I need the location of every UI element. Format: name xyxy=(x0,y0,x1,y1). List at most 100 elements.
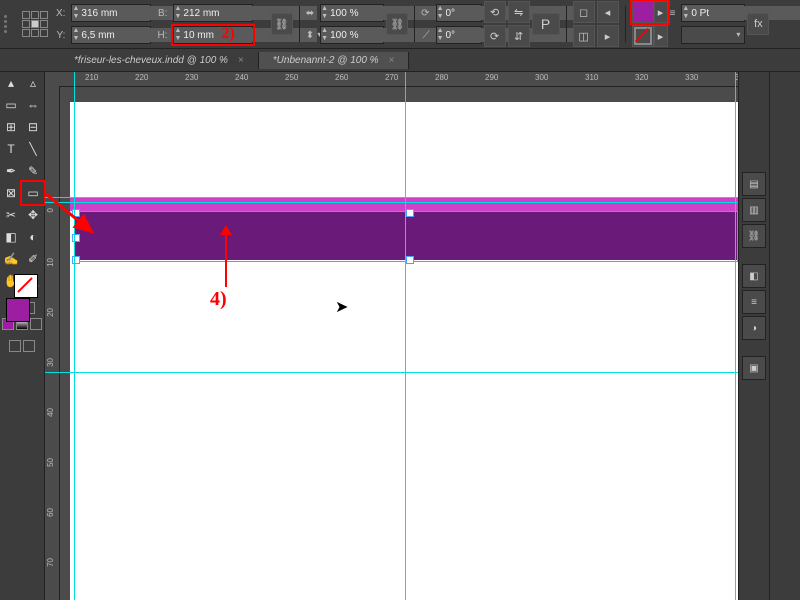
close-icon[interactable]: × xyxy=(238,55,244,66)
fill-swatch[interactable] xyxy=(632,1,654,23)
tab-doc-2[interactable]: *Unbenannt-2 @ 100 %× xyxy=(259,52,410,69)
shear-icon: ⟋ xyxy=(421,30,429,41)
page-object-bar-light[interactable] xyxy=(70,197,738,211)
close-icon[interactable]: × xyxy=(389,55,395,66)
constrain-wh-icon[interactable]: ⛓ xyxy=(271,13,293,35)
h-input[interactable] xyxy=(181,28,317,42)
free-transform-tool[interactable]: ✥ xyxy=(22,204,44,226)
scale-x-icon: ⬌ xyxy=(306,8,314,19)
selection-handle[interactable] xyxy=(406,256,414,264)
annotation-arrow-4 xyxy=(225,227,227,287)
w-label: B: xyxy=(157,8,167,19)
fill-color[interactable] xyxy=(6,298,30,322)
rectangle-tool[interactable]: ▭ xyxy=(22,182,44,204)
rotate-icon: ⟳ xyxy=(421,8,429,19)
up-icon: ▲ xyxy=(72,5,79,13)
stroke-weight: ≡ ▲▼▾ ▾ xyxy=(670,4,746,44)
guide-horizontal[interactable] xyxy=(45,202,738,203)
view-mode-preview[interactable] xyxy=(23,340,35,352)
gap-tool[interactable]: ⇔ xyxy=(22,94,44,116)
w-field[interactable]: ▲▼ xyxy=(173,4,253,22)
guide-vertical[interactable] xyxy=(735,72,736,600)
panel-pages-icon[interactable]: ▤ xyxy=(742,172,766,196)
h-label: H: xyxy=(157,30,167,41)
note-tool[interactable]: ✍ xyxy=(0,248,22,270)
fill-menu-icon[interactable]: ▸ xyxy=(654,1,668,23)
stroke-menu-icon[interactable]: ▸ xyxy=(654,25,668,47)
grip-icon xyxy=(4,15,20,33)
eyedropper-tool[interactable]: ✐ xyxy=(22,248,44,270)
rotate-ccw-icon[interactable]: ⟲ xyxy=(484,1,506,23)
document-tabs: *friseur-les-cheveux.indd @ 100 %× *Unbe… xyxy=(0,49,800,72)
guide-horizontal[interactable] xyxy=(45,372,738,373)
flip-h-icon[interactable]: ⇋ xyxy=(508,1,530,23)
panel-object-styles-icon[interactable]: ▣ xyxy=(742,356,766,380)
panel-stroke-icon[interactable]: ≡ xyxy=(742,290,766,314)
select-prev-icon[interactable]: ◂ xyxy=(597,1,619,23)
canvas[interactable]: 210 220 230 240 250 260 270 280 290 300 … xyxy=(45,72,738,600)
tab-doc-1[interactable]: *friseur-les-cheveux.indd @ 100 %× xyxy=(60,52,259,69)
scale-y-field[interactable]: ▲▼▾ xyxy=(320,26,384,44)
annotation-4: 4) xyxy=(210,288,227,311)
type-tool[interactable]: T xyxy=(0,138,22,160)
panel-links-icon[interactable]: ⛓ xyxy=(742,224,766,248)
page-tool[interactable]: ▭ xyxy=(0,94,22,116)
down-icon: ▼ xyxy=(72,13,79,21)
gradient-swatch-tool[interactable]: ◧ xyxy=(0,226,22,248)
panel-dock xyxy=(769,72,800,600)
h-field[interactable]: ▲▼▾ xyxy=(173,26,253,44)
annotation-2: 2) xyxy=(221,25,234,43)
shear-field[interactable]: ▲▼▾ xyxy=(436,26,482,44)
y-field[interactable]: ▲▼ xyxy=(71,26,151,44)
scale-x-field[interactable]: ▲▼▾ xyxy=(320,4,384,22)
cursor-icon: ➤ xyxy=(335,297,348,317)
page[interactable] xyxy=(70,102,738,600)
rotate-cw-icon[interactable]: ⟳ xyxy=(484,25,506,47)
constrain-scale-icon[interactable]: ⛓ xyxy=(386,13,408,35)
guide-horizontal[interactable] xyxy=(45,197,738,198)
panel-layers-icon[interactable]: ▥ xyxy=(742,198,766,222)
scissors-tool[interactable]: ✂ xyxy=(0,204,22,226)
rectangle-frame-tool[interactable]: ⊠ xyxy=(0,182,22,204)
selection-bounds xyxy=(74,211,738,262)
flip-indicator-icon[interactable]: P xyxy=(532,13,560,35)
rotate-field[interactable]: ▲▼▾ xyxy=(436,4,482,22)
selection-tool[interactable]: ▴ xyxy=(0,72,22,94)
select-next-icon[interactable]: ▸ xyxy=(597,25,619,47)
control-bar: X: ▲▼ B: ▲▼ Y: ▲▼ H: ▲▼▾ 2) ⛓ ⬌ ▲▼▾ ⬍ ▲▼… xyxy=(0,0,800,49)
pen-tool[interactable]: ✒ xyxy=(0,160,22,182)
content-placer-tool[interactable]: ⊟ xyxy=(22,116,44,138)
gradient-feather-tool[interactable]: ◐ xyxy=(22,226,44,248)
scale-fields: ⬌ ▲▼▾ ⬍ ▲▼▾ xyxy=(306,4,384,44)
reference-point[interactable] xyxy=(22,11,48,37)
guide-vertical[interactable] xyxy=(74,72,75,600)
stroke-swatch[interactable] xyxy=(632,25,654,47)
stroke-style-field[interactable]: ▾ xyxy=(681,26,745,44)
main: ▴ ▵ ▭ ⇔ ⊞ ⊟ T ╲ ✒ ✎ ⊠ ▭ ✂ ✥ ◧ ◐ ✍ ✐ ✋ 🔍 … xyxy=(0,72,800,600)
stroke-icon: ≡ xyxy=(670,8,676,19)
stroke-weight-field[interactable]: ▲▼▾ xyxy=(681,4,745,22)
ruler-horizontal[interactable]: 210 220 230 240 250 260 270 280 290 300 … xyxy=(59,72,738,87)
effects-icon[interactable]: fx xyxy=(747,13,769,35)
rotate-shear: ⟳ ▲▼▾ ⟋ ▲▼▾ xyxy=(421,4,481,44)
scale-y-icon: ⬍ xyxy=(306,30,314,41)
view-mode-normal[interactable] xyxy=(9,340,21,352)
stroke-color[interactable] xyxy=(14,274,38,298)
panel-dock-right: ▤ ▥ ⛓ ◧ ≡ ◑ ▣ xyxy=(738,72,769,600)
panel-swatches-icon[interactable]: ◧ xyxy=(742,264,766,288)
selection-handle[interactable] xyxy=(406,209,414,217)
panel-color-icon[interactable]: ◑ xyxy=(742,316,766,340)
line-tool[interactable]: ╲ xyxy=(22,138,44,160)
select-content-icon[interactable]: ◫ xyxy=(573,25,595,47)
select-container-icon[interactable]: ◻ xyxy=(573,1,595,23)
w-input[interactable] xyxy=(181,6,317,20)
content-collector-tool[interactable]: ⊞ xyxy=(0,116,22,138)
x-field[interactable]: ▲▼ xyxy=(71,4,151,22)
ruler-vertical[interactable]: 0 10 20 30 40 50 60 70 xyxy=(45,86,60,600)
y-label: Y: xyxy=(56,30,65,41)
apply-none-icon[interactable] xyxy=(30,318,42,330)
flip-v-icon[interactable]: ⇵ xyxy=(508,25,530,47)
pencil-tool[interactable]: ✎ xyxy=(22,160,44,182)
direct-selection-tool[interactable]: ▵ xyxy=(22,72,44,94)
guide-vertical[interactable] xyxy=(405,72,406,600)
